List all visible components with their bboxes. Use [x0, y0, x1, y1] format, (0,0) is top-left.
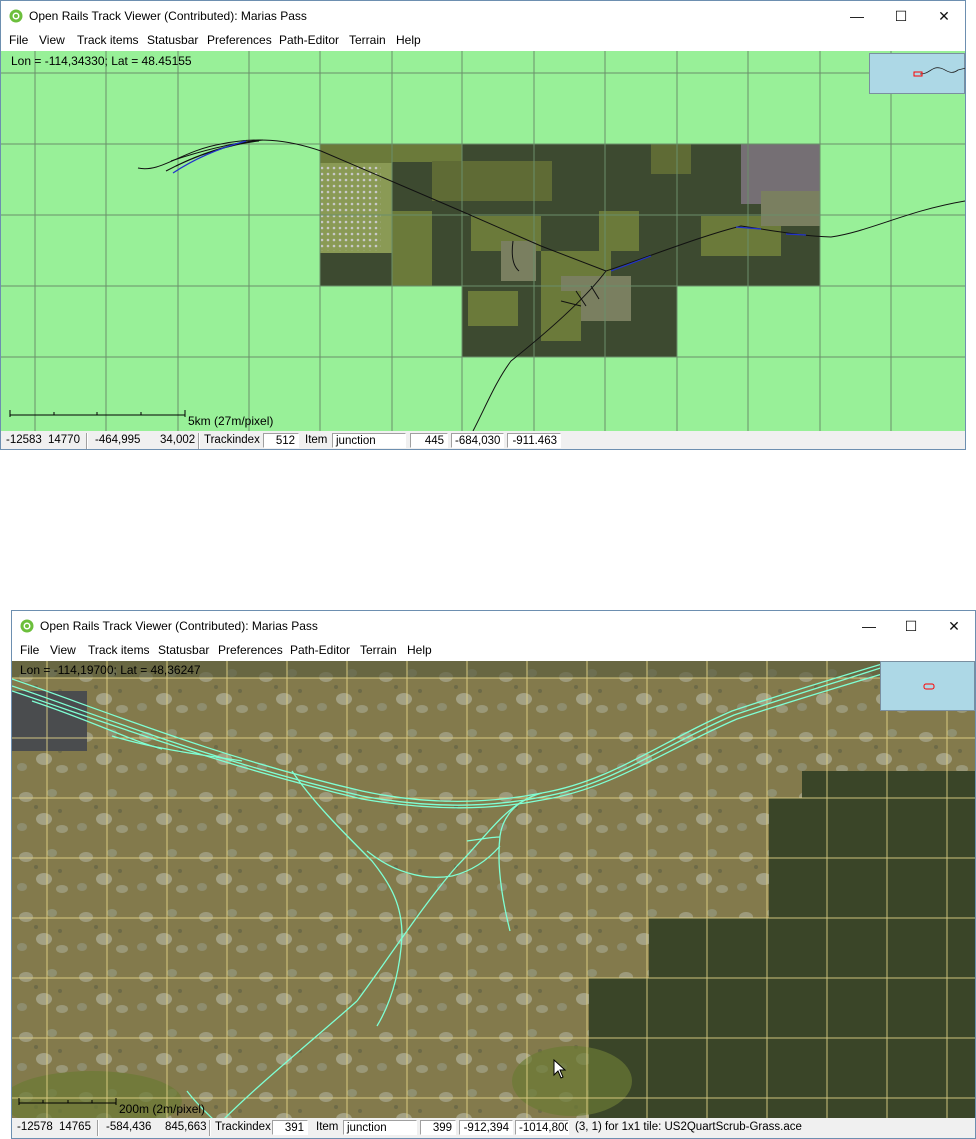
separator — [97, 1120, 99, 1136]
item-index-field[interactable]: 399 — [420, 1120, 456, 1135]
menu-view[interactable]: View — [50, 643, 76, 657]
location-x-value: -464,995 — [95, 434, 141, 446]
location-z-value: 34,002 — [160, 434, 196, 446]
tile-z-value: 14770 — [48, 434, 80, 446]
trackindex-label: Trackindex — [215, 1121, 271, 1133]
maximize-button[interactable]: ☐ — [889, 611, 933, 641]
location-x-value: -584,436 — [106, 1121, 152, 1133]
menu-track-items[interactable]: Track items — [88, 643, 150, 657]
separator — [198, 433, 200, 449]
minimap-drawing — [913, 67, 965, 77]
menu-terrain[interactable]: Terrain — [349, 33, 386, 47]
item-z-field[interactable]: -911.463 — [507, 433, 561, 448]
terrain-texture-info: (3, 1) for 1x1 tile: US2QuartScrub-Grass… — [575, 1121, 802, 1133]
item-z-field[interactable]: -1014,800 — [515, 1120, 569, 1135]
menu-path-editor[interactable]: Path-Editor — [290, 643, 350, 657]
tile-x-value: -12578 — [17, 1121, 53, 1133]
location-z-value: 845,663 — [165, 1121, 207, 1133]
title-bar[interactable]: Open Rails Track Viewer (Contributed): M… — [12, 611, 975, 641]
track-viewer-window-overview: Open Rails Track Viewer (Contributed): M… — [0, 0, 966, 450]
scale-label: 5km (27m/pixel) — [188, 414, 274, 428]
minimize-button[interactable]: — — [835, 1, 879, 31]
minimize-button[interactable]: — — [847, 611, 891, 641]
trackindex-label: Trackindex — [204, 434, 260, 446]
item-type-field[interactable]: junction — [332, 433, 406, 448]
close-button[interactable]: ✕ — [922, 1, 965, 31]
minimap-drawing — [923, 683, 935, 690]
maximize-button[interactable]: ☐ — [879, 1, 923, 31]
menu-help[interactable]: Help — [396, 33, 421, 47]
item-index-field[interactable]: 445 — [410, 433, 448, 448]
separator — [86, 433, 88, 449]
menu-file[interactable]: File — [9, 33, 28, 47]
scale-bar — [9, 410, 186, 417]
trackindex-field[interactable]: 391 — [272, 1120, 308, 1135]
tile-x-value: -12583 — [6, 434, 42, 446]
window-title: Open Rails Track Viewer (Contributed): M… — [29, 9, 307, 23]
track-viewer-window-detail: Open Rails Track Viewer (Contributed): M… — [11, 610, 976, 1139]
title-bar[interactable]: Open Rails Track Viewer (Contributed): M… — [1, 1, 965, 31]
track-map-canvas[interactable]: Lon = -114,19700; Lat = 48,36247 200m (2… — [12, 661, 975, 1118]
separator — [209, 1120, 211, 1136]
menu-file[interactable]: File — [20, 643, 39, 657]
menu-preferences[interactable]: Preferences — [207, 33, 272, 47]
lon-lat-readout: Lon = -114,19700; Lat = 48,36247 — [20, 663, 201, 677]
menu-terrain[interactable]: Terrain — [360, 643, 397, 657]
status-bar: -12583 14770 -464,995 34,002 Trackindex … — [1, 431, 965, 449]
minimap[interactable] — [880, 661, 975, 711]
menu-statusbar[interactable]: Statusbar — [158, 643, 209, 657]
terrain-tiles — [320, 144, 820, 357]
menu-bar: File View Track items Statusbar Preferen… — [12, 641, 975, 661]
trackindex-field[interactable]: 512 — [263, 433, 299, 448]
item-x-field[interactable]: -912,394 — [459, 1120, 513, 1135]
menu-path-editor[interactable]: Path-Editor — [279, 33, 339, 47]
status-bar: -12578 14765 -584,436 845,663 Trackindex… — [12, 1118, 975, 1138]
lon-lat-readout: Lon = -114,34330; Lat = 48.45155 — [11, 54, 192, 68]
menu-preferences[interactable]: Preferences — [218, 643, 283, 657]
menu-help[interactable]: Help — [407, 643, 432, 657]
window-title: Open Rails Track Viewer (Contributed): M… — [40, 619, 318, 633]
item-x-field[interactable]: -684,030 — [451, 433, 504, 448]
menu-statusbar[interactable]: Statusbar — [147, 33, 198, 47]
minimap[interactable] — [869, 53, 965, 94]
track-map-drawing — [1, 51, 965, 431]
item-label: Item — [305, 434, 328, 446]
item-type-field[interactable]: junction — [343, 1120, 417, 1135]
app-icon — [9, 9, 23, 23]
mouse-pointer-icon — [553, 1059, 567, 1079]
item-label: Item — [316, 1121, 339, 1133]
scale-bar — [18, 1098, 117, 1105]
track-map-drawing — [12, 661, 975, 1118]
menu-view[interactable]: View — [39, 33, 65, 47]
menu-bar: File View Track items Statusbar Preferen… — [1, 31, 965, 51]
scale-label: 200m (2m/pixel) — [119, 1102, 206, 1116]
track-map-canvas[interactable]: Lon = -114,34330; Lat = 48.45155 5km (27… — [1, 51, 965, 431]
tile-z-value: 14765 — [59, 1121, 91, 1133]
close-button[interactable]: ✕ — [932, 611, 975, 641]
app-icon — [20, 619, 34, 633]
menu-track-items[interactable]: Track items — [77, 33, 139, 47]
